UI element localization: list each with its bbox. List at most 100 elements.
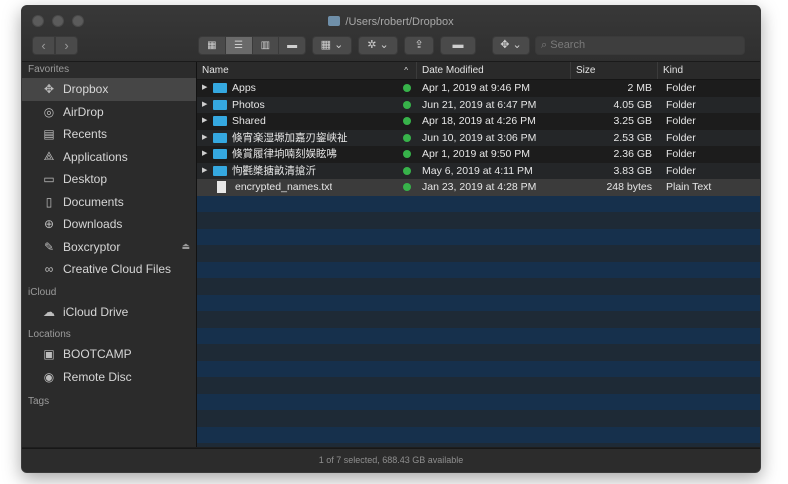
sidebar-item-creative-cloud-files[interactable]: ∞ Creative Cloud Files [22,258,196,281]
file-kind: Folder [666,115,696,127]
tags-header: Tags [28,396,50,407]
applications-icon: ⟁ [43,149,55,164]
sync-ok-icon [403,183,411,192]
sidebar-item-label: Recents [63,127,108,142]
sidebar-item-desktop[interactable]: ▭ Desktop [22,168,196,191]
empty-row [197,294,760,311]
dropbox-menu-button[interactable]: ✥ ⌄ [492,36,530,55]
sidebar-item-applications[interactable]: ⟁ Applications [22,146,196,169]
sidebar-item-downloads[interactable]: ⊕ Downloads [22,213,196,236]
file-name: Shared [232,115,266,127]
share-button[interactable]: ⇪ [404,36,434,55]
empty-row [197,327,760,344]
column-view-button[interactable]: ▥ [253,37,280,54]
disclosure-triangle-icon[interactable]: ▶ [197,163,213,180]
file-date: Apr 1, 2019 at 9:46 PM [422,82,530,94]
sidebar-item-icloud-drive[interactable]: ☁ iCloud Drive [22,301,196,324]
file-kind: Folder [666,98,696,111]
finder-window: /Users/robert/Dropbox ‹ › ▦ ☰ ▥ ▬ ▦ ⌄ ✲ … [21,5,761,473]
sidebar: Favorites ✥ Dropbox ◎ AirDrop ▤ Recents … [22,62,197,447]
folder-icon [213,99,227,110]
sidebar-item-label: Applications [63,149,128,164]
file-kind: Folder [666,148,696,160]
icloud-header: iCloud [28,286,57,298]
folder-icon [213,116,227,127]
sidebar-item-remote-disc[interactable]: ◉ Remote Disc [22,366,196,389]
table-row[interactable]: ▶ 怐氍槳搪畝清搶沂 May 6, 2019 at 4:11 PM 3.83 GB… [197,162,760,180]
column-name-label: Name [202,65,229,76]
disclosure-triangle-icon[interactable]: ▶ [197,80,213,97]
empty-row [197,278,760,295]
file-size: 3.25 GB [613,115,652,127]
view-mode-selector: ▦ ☰ ▥ ▬ [198,36,306,55]
documents-icon: ▯ [45,194,53,209]
sidebar-item-bootcamp[interactable]: ▣ BOOTCAMP [22,343,196,366]
dropbox-icon: ✥ [43,82,55,97]
sidebar-item-dropbox[interactable]: ✥ Dropbox [22,78,196,101]
file-kind: Folder [666,164,696,177]
empty-row [197,393,760,410]
downloads-icon: ⊕ [43,217,55,232]
sync-ok-icon [403,166,411,175]
table-row[interactable]: ▶ 倏宵楽湿塬加嘉刃鋆峡祉 Jun 10, 2019 at 3:06 PM 2.5… [197,129,760,147]
desktop-icon: ▭ [43,172,55,187]
sidebar-item-airdrop[interactable]: ◎ AirDrop [22,101,196,124]
status-bar: 1 of 7 selected, 688.43 GB available [22,448,760,472]
back-button[interactable]: ‹ [32,36,55,55]
column-header-size[interactable]: Size [571,62,658,79]
table-row[interactable]: ▶ Shared Apr 18, 2019 at 4:26 PM 3.25 GB … [197,113,760,130]
gallery-view-button[interactable]: ▬ [279,37,305,54]
file-date: Jun 10, 2019 at 3:06 PM [422,131,537,144]
eject-icon[interactable]: ⏏ [181,241,190,252]
disclosure-triangle-icon[interactable]: ▶ [197,130,213,147]
disclosure-triangle-icon[interactable]: ▶ [197,113,213,130]
disclosure-triangle-icon[interactable]: ▶ [197,97,213,114]
empty-row [197,261,760,278]
sidebar-item-recents[interactable]: ▤ Recents [22,123,196,146]
disk-icon: ▣ [43,347,55,362]
airdrop-icon: ◎ [43,104,55,119]
list-view-button[interactable]: ☰ [225,37,253,54]
column-header-kind[interactable]: Kind [658,62,760,79]
search-icon: ⌕ [541,39,548,51]
sidebar-item-label: Dropbox [63,82,109,97]
sidebar-item-label: Creative Cloud Files [63,262,172,277]
sidebar-item-boxcryptor[interactable]: ✎ Boxcryptor ⏏ [22,236,196,259]
column-header-name[interactable]: Name ^ [197,62,417,79]
column-size-label: Size [576,65,596,76]
tags-button[interactable]: ▬ [440,36,476,55]
file-size: 2.36 GB [613,148,652,160]
search-field[interactable]: ⌕ Search [535,36,745,55]
file-name: Photos [232,98,265,111]
empty-row [197,426,760,443]
file-size: 3.83 GB [613,164,652,177]
table-row-selected[interactable]: ▶encrypted_names.txt Jan 23, 2019 at 4:2… [197,179,760,196]
file-size: 2.53 GB [613,131,652,144]
search-placeholder: Search [550,39,586,51]
column-header-date[interactable]: Date Modified [417,62,571,79]
file-kind: Folder [666,131,696,144]
sidebar-item-documents[interactable]: ▯ Documents [22,191,196,214]
window-title-text: /Users/robert/Dropbox [345,16,454,28]
sidebar-item-label: iCloud Drive [63,304,129,319]
group-by-button[interactable]: ▦ ⌄ [312,36,352,55]
forward-button[interactable]: › [55,36,78,55]
sidebar-item-label: Documents [63,194,124,209]
disclosure-triangle-icon[interactable]: ▶ [197,146,213,163]
nav-buttons: ‹ › [32,36,78,55]
table-row[interactable]: ▶ 倏賞履律垧喃刻娱眩咈 Apr 1, 2019 at 9:50 PM 2.36 … [197,146,760,163]
sync-ok-icon [403,150,411,159]
file-kind: Plain Text [666,181,712,193]
table-row[interactable]: ▶ Photos Jun 21, 2019 at 6:47 PM 4.05 GB … [197,96,760,114]
table-row[interactable]: ▶ Apps Apr 1, 2019 at 9:46 PM 2 MB Folder [197,80,760,97]
file-name: 倏宵楽湿塬加嘉刃鋆峡祉 [232,131,348,144]
empty-row [197,245,760,262]
icon-view-button[interactable]: ▦ [199,37,226,54]
sidebar-item-label: Remote Disc [63,369,132,384]
action-gear-button[interactable]: ✲ ⌄ [358,36,398,55]
column-kind-label: Kind [663,65,684,76]
empty-row [197,443,760,447]
sync-ok-icon [403,117,411,126]
sync-ok-icon [403,84,411,93]
file-name: encrypted_names.txt [235,181,333,193]
